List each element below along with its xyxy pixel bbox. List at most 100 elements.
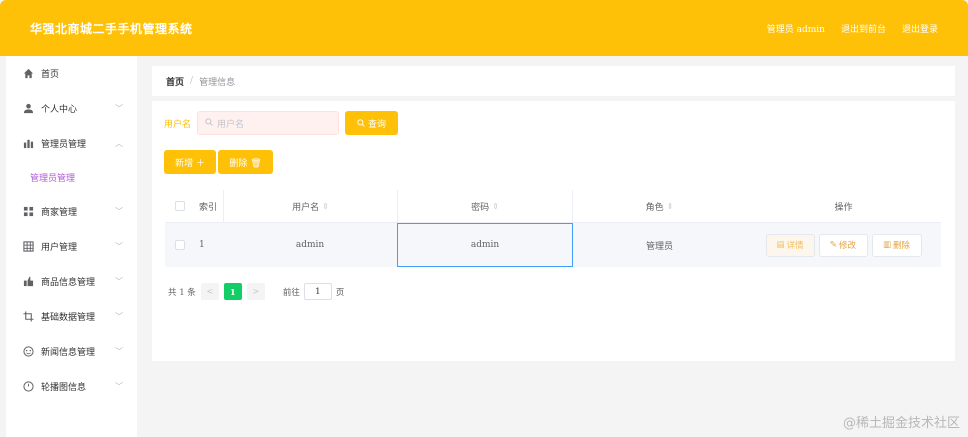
sidebar-item-carousel[interactable]: 轮播图信息 ﹀ xyxy=(6,369,137,404)
top-header: 华强北商城二手手机管理系统 管理员 admin 退出到前台 退出登录 xyxy=(0,0,968,56)
breadcrumb-separator: / xyxy=(190,76,194,86)
sidebar-item-home[interactable]: 首页 xyxy=(6,56,137,91)
chevron-down-icon: ﹀ xyxy=(115,382,123,391)
sidebar-item-admin-mgmt[interactable]: 管理员管理 ︿ xyxy=(6,126,137,161)
chart-icon xyxy=(22,138,34,150)
chevron-down-icon: ﹀ xyxy=(115,347,123,356)
header-role-label: 角色 xyxy=(645,202,664,213)
sidebar-item-news[interactable]: 新闻信息管理 ﹀ xyxy=(6,334,137,369)
query-button-label: 查询 xyxy=(368,119,387,130)
delete-button[interactable]: 删除 🗑 xyxy=(218,150,273,174)
page-number-current[interactable]: 1 xyxy=(223,283,242,300)
row-index: 1 xyxy=(199,240,205,250)
app-title: 华强北商城二手手机管理系统 xyxy=(30,21,193,36)
sidebar-item-label: 商品信息管理 xyxy=(41,278,96,288)
detail-button[interactable]: ▤ 详情 xyxy=(765,233,815,257)
sort-icon[interactable]: ⇕ xyxy=(667,202,674,211)
table-icon xyxy=(22,241,34,253)
prev-page-button[interactable]: < xyxy=(200,283,219,300)
pager-total: 共 1 条 xyxy=(168,287,196,298)
header-role[interactable]: 角色 ⇕ xyxy=(573,190,746,222)
chevron-down-icon: ﹀ xyxy=(115,207,123,216)
chevron-down-icon: ﹀ xyxy=(115,277,123,286)
edit-button[interactable]: ✎ 修改 xyxy=(818,233,868,257)
search-label: 用户名 xyxy=(164,119,192,130)
edit-icon: ✎ xyxy=(829,240,838,250)
row-password[interactable]: admin xyxy=(397,223,573,267)
breadcrumb-home[interactable]: 首页 xyxy=(166,75,184,88)
chevron-down-icon: ﹀ xyxy=(115,104,123,113)
select-all-cell xyxy=(165,190,195,222)
row-delete-button[interactable]: ▥ 删除 xyxy=(871,233,922,257)
row-role: 管理员 xyxy=(645,241,673,252)
chevron-down-icon: ﹀ xyxy=(115,312,123,321)
document-icon: ▤ xyxy=(776,240,785,250)
sidebar-item-label: 管理员管理 xyxy=(41,140,87,150)
crop-icon xyxy=(22,311,34,323)
header-index: 索引 xyxy=(199,202,218,213)
breadcrumb: 首页 / 管理信息 xyxy=(152,66,955,96)
edit-label: 修改 xyxy=(839,241,857,251)
header-password[interactable]: 密码 ⇕ xyxy=(397,190,573,222)
sort-icon[interactable]: ⇕ xyxy=(322,202,329,211)
select-all-checkbox[interactable] xyxy=(175,201,185,211)
sidebar-item-profile[interactable]: 个人中心 ﹀ xyxy=(6,91,137,126)
sidebar-item-label: 商家管理 xyxy=(41,208,78,218)
trash-icon: ▥ xyxy=(882,240,891,250)
pager-page-suffix: 页 xyxy=(335,287,345,298)
data-table: 索引 用户名 ⇕ 密码 ⇕ 角色 ⇕ 操作 1 admin admin 管理员 ▤ 详情… xyxy=(165,190,941,267)
sidebar-item-users[interactable]: 用户管理 ﹀ xyxy=(6,229,137,264)
sidebar-item-label: 用户管理 xyxy=(41,243,78,253)
sidebar-item-merchant[interactable]: 商家管理 ﹀ xyxy=(6,194,137,229)
sidebar-item-label: 新闻信息管理 xyxy=(41,348,96,358)
sidebar-item-label: 基础数据管理 xyxy=(41,313,96,323)
header-password-label: 密码 xyxy=(471,202,490,213)
user-icon xyxy=(22,103,34,115)
content-panel: 用户名 用户名 查询 新增 ＋ 删除 🗑 索引 用户名 ⇕ 密码 ⇕ 角色 ⇕ … xyxy=(152,101,955,361)
sidebar: 首页 个人中心 ﹀ 管理员管理 ︿ 管理员管理 商家管理 ﹀ 用户管理 ﹀ 商品… xyxy=(6,56,137,437)
chevron-down-icon: ﹀ xyxy=(115,242,123,251)
detail-label: 详情 xyxy=(786,241,804,251)
watermark: @稀土掘金技术社区 xyxy=(842,416,960,431)
pager-goto-input[interactable]: 1 xyxy=(303,283,332,300)
search-icon xyxy=(205,117,213,129)
table-row: 1 admin admin 管理员 ▤ 详情 ✎ 修改 ▥ 删除 xyxy=(165,223,941,267)
sort-icon[interactable]: ⇕ xyxy=(492,202,499,211)
table-header: 索引 用户名 ⇕ 密码 ⇕ 角色 ⇕ 操作 xyxy=(165,190,941,223)
back-to-front-link[interactable]: 退出到前台 xyxy=(841,22,886,35)
header-operation: 操作 xyxy=(834,202,853,213)
home-icon xyxy=(22,68,34,80)
pagination: 共 1 条 < 1 > 前往 1 页 xyxy=(168,283,344,300)
next-page-button[interactable]: > xyxy=(246,283,265,300)
sidebar-subitem-admin-mgmt[interactable]: 管理员管理 xyxy=(6,161,137,194)
goods-icon xyxy=(22,276,34,288)
header-actions: 管理员 admin 退出到前台 退出登录 xyxy=(767,22,938,35)
search-placeholder: 用户名 xyxy=(217,119,245,130)
carousel-icon xyxy=(22,381,34,393)
sidebar-item-goods[interactable]: 商品信息管理 ﹀ xyxy=(6,264,137,299)
add-button[interactable]: 新增 ＋ xyxy=(164,150,216,174)
sidebar-item-label: 首页 xyxy=(41,70,60,80)
row-check-cell xyxy=(165,223,195,267)
search-row: 用户名 用户名 查询 xyxy=(164,111,399,135)
header-username[interactable]: 用户名 ⇕ xyxy=(223,190,397,222)
search-input[interactable]: 用户名 xyxy=(197,111,340,135)
query-button[interactable]: 查询 xyxy=(345,111,399,135)
logout-link[interactable]: 退出登录 xyxy=(902,22,938,35)
row-checkbox[interactable] xyxy=(175,240,185,250)
chevron-up-icon: ︿ xyxy=(115,139,123,148)
search-icon xyxy=(357,119,365,127)
sidebar-item-label: 个人中心 xyxy=(41,105,78,115)
header-username-label: 用户名 xyxy=(292,202,320,213)
admin-label: 管理员 admin xyxy=(766,24,825,35)
main-content: 首页 / 管理信息 用户名 用户名 查询 新增 ＋ 删除 🗑 索引 用户名 ⇕ … xyxy=(137,56,968,437)
row-username: admin xyxy=(295,240,325,250)
pager-goto-label: 前往 xyxy=(282,287,300,298)
row-delete-label: 删除 xyxy=(893,241,911,251)
sidebar-item-label: 轮播图信息 xyxy=(41,383,87,393)
sidebar-item-basic-data[interactable]: 基础数据管理 ﹀ xyxy=(6,299,137,334)
row-operations: ▤ 详情 ✎ 修改 ▥ 删除 xyxy=(746,223,941,267)
grid-icon xyxy=(22,206,34,218)
action-row: 新增 ＋ 删除 🗑 xyxy=(164,150,273,174)
news-icon xyxy=(22,346,34,358)
